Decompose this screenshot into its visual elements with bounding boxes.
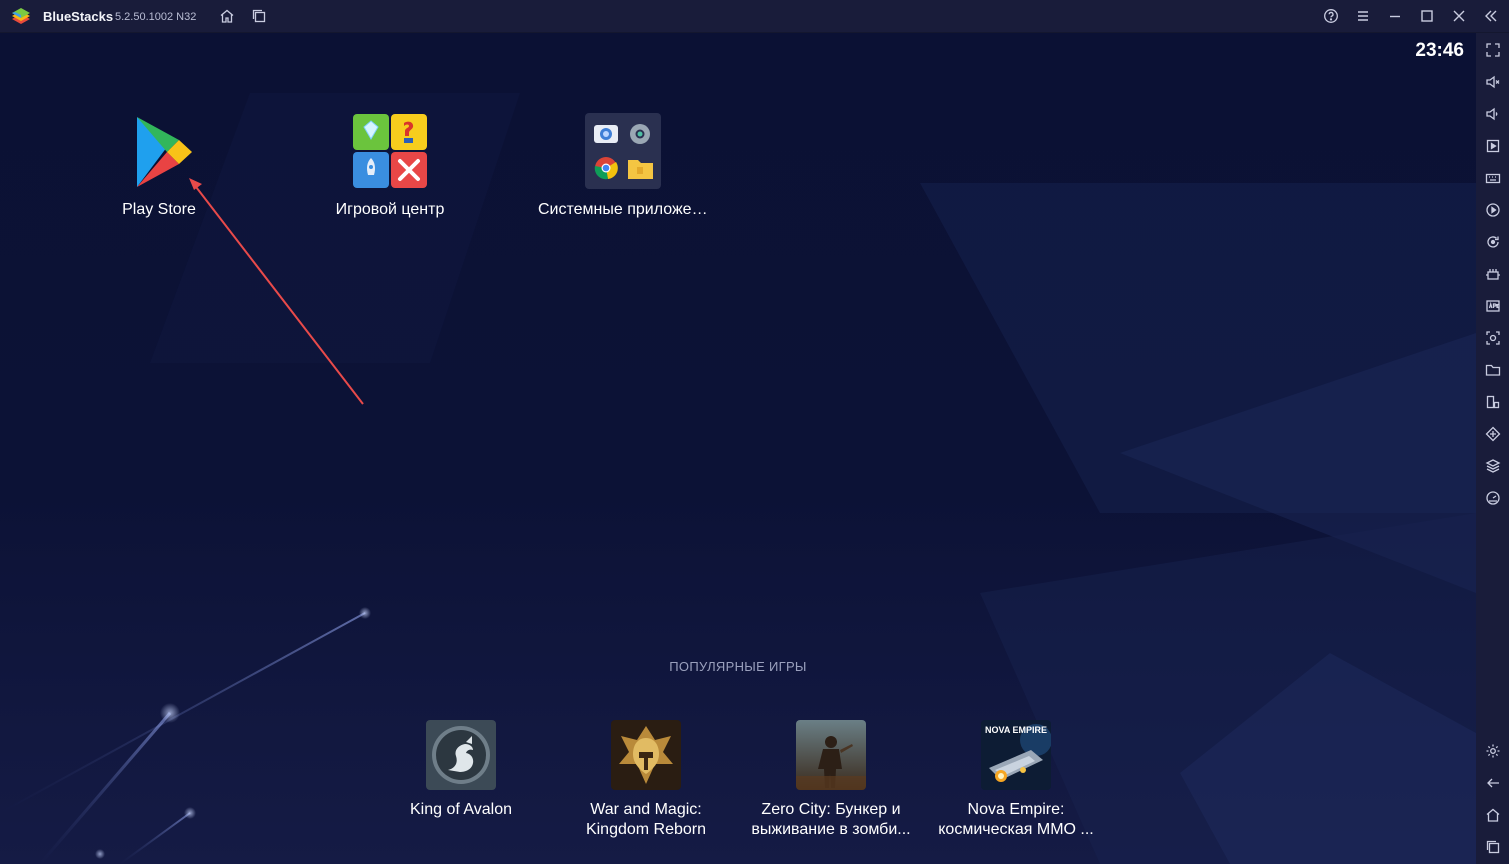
macro-icon[interactable] [1482,199,1503,220]
game-war-and-magic[interactable]: War and Magic: Kingdom Reborn [551,720,741,840]
keyboard-icon[interactable] [1482,167,1503,188]
bluestacks-window: BlueStacks 5.2.50.1002 N32 23:46 Play St… [0,0,1509,864]
zero-city-thumbnail [796,720,866,790]
maximize-icon[interactable] [1417,6,1437,26]
game-center-icon [352,113,428,189]
king-of-avalon-thumbnail [426,720,496,790]
apk-install-icon[interactable] [1482,295,1503,316]
screen-record-icon[interactable] [1482,135,1503,156]
android-home-icon[interactable] [1482,804,1503,825]
game-title-line1: Nova Empire: [967,801,1065,818]
screenshot-icon[interactable] [1482,327,1503,348]
performance-icon[interactable] [1482,263,1503,284]
multi-instance-manager-icon[interactable] [1482,391,1503,412]
volume-down-icon[interactable] [1482,103,1503,124]
app-play-store[interactable]: Play Store [59,113,259,219]
app-label: Системные приложения [538,201,708,218]
sync-icon[interactable] [1482,231,1503,252]
nova-empire-thumbnail: NOVA EMPIRE [981,720,1051,790]
minimize-icon[interactable] [1385,6,1405,26]
play-store-icon [121,113,197,189]
app-label: Play Store [122,201,196,218]
war-and-magic-thumbnail [611,720,681,790]
app-name: BlueStacks [43,9,114,24]
app-label: Игровой центр [335,201,445,218]
back-icon[interactable] [1482,772,1503,793]
game-title-line2: космическая MMO ... [938,821,1094,838]
collapse-sidebar-icon[interactable] [1481,6,1501,26]
game-title-line1: King of Avalon [409,801,512,818]
app-system-apps-folder[interactable]: Системные приложения [523,113,723,219]
right-toolbar [1476,33,1509,864]
app-version: 5.2.50.1002 N32 [115,11,197,23]
folder-icon[interactable] [1482,359,1503,380]
game-title: War and Magic: Kingdom Reborn [551,800,741,840]
title-bar: BlueStacks 5.2.50.1002 N32 [0,0,1509,33]
game-king-of-avalon[interactable]: King of Avalon [366,720,556,820]
popular-games-title: ПОПУЛЯРНЫЕ ИГРЫ [669,659,807,674]
close-icon[interactable] [1449,6,1469,26]
system-apps-folder-icon [585,113,661,189]
volume-up-icon[interactable] [1482,71,1503,92]
multi-instance-icon[interactable] [249,6,269,26]
fullscreen-icon[interactable] [1482,39,1503,60]
game-title-line1: War and Magic: [590,801,702,818]
help-icon[interactable] [1321,6,1341,26]
game-title: King of Avalon [366,800,556,820]
game-title-line1: Zero City: Бункер и [761,801,901,818]
game-title: Nova Empire: космическая MMO ... [921,800,1111,840]
settings-icon[interactable] [1482,740,1503,761]
layers-icon[interactable] [1482,455,1503,476]
game-nova-empire[interactable]: NOVA EMPIRE Nova Empire: космическая MMO… [921,720,1111,840]
android-home-screen: 23:46 Play Store Игровой центр Системные… [0,33,1476,864]
game-zero-city[interactable]: Zero City: Бункер и выживание в зомби... [736,720,926,840]
eco-mode-icon[interactable] [1482,423,1503,444]
realtime-translate-icon[interactable] [1482,487,1503,508]
home-icon[interactable] [217,6,237,26]
menu-icon[interactable] [1353,6,1373,26]
nova-empire-logo-text: NOVA EMPIRE [985,725,1047,735]
app-game-center[interactable]: Игровой центр [290,113,490,219]
game-title: Zero City: Бункер и выживание в зомби... [736,800,926,840]
game-title-line2: Kingdom Reborn [585,821,707,838]
game-title-line2: выживание в зомби... [751,821,911,838]
status-clock: 23:46 [1415,40,1464,61]
recent-apps-icon[interactable] [1482,836,1503,857]
bluestacks-logo [12,8,30,24]
